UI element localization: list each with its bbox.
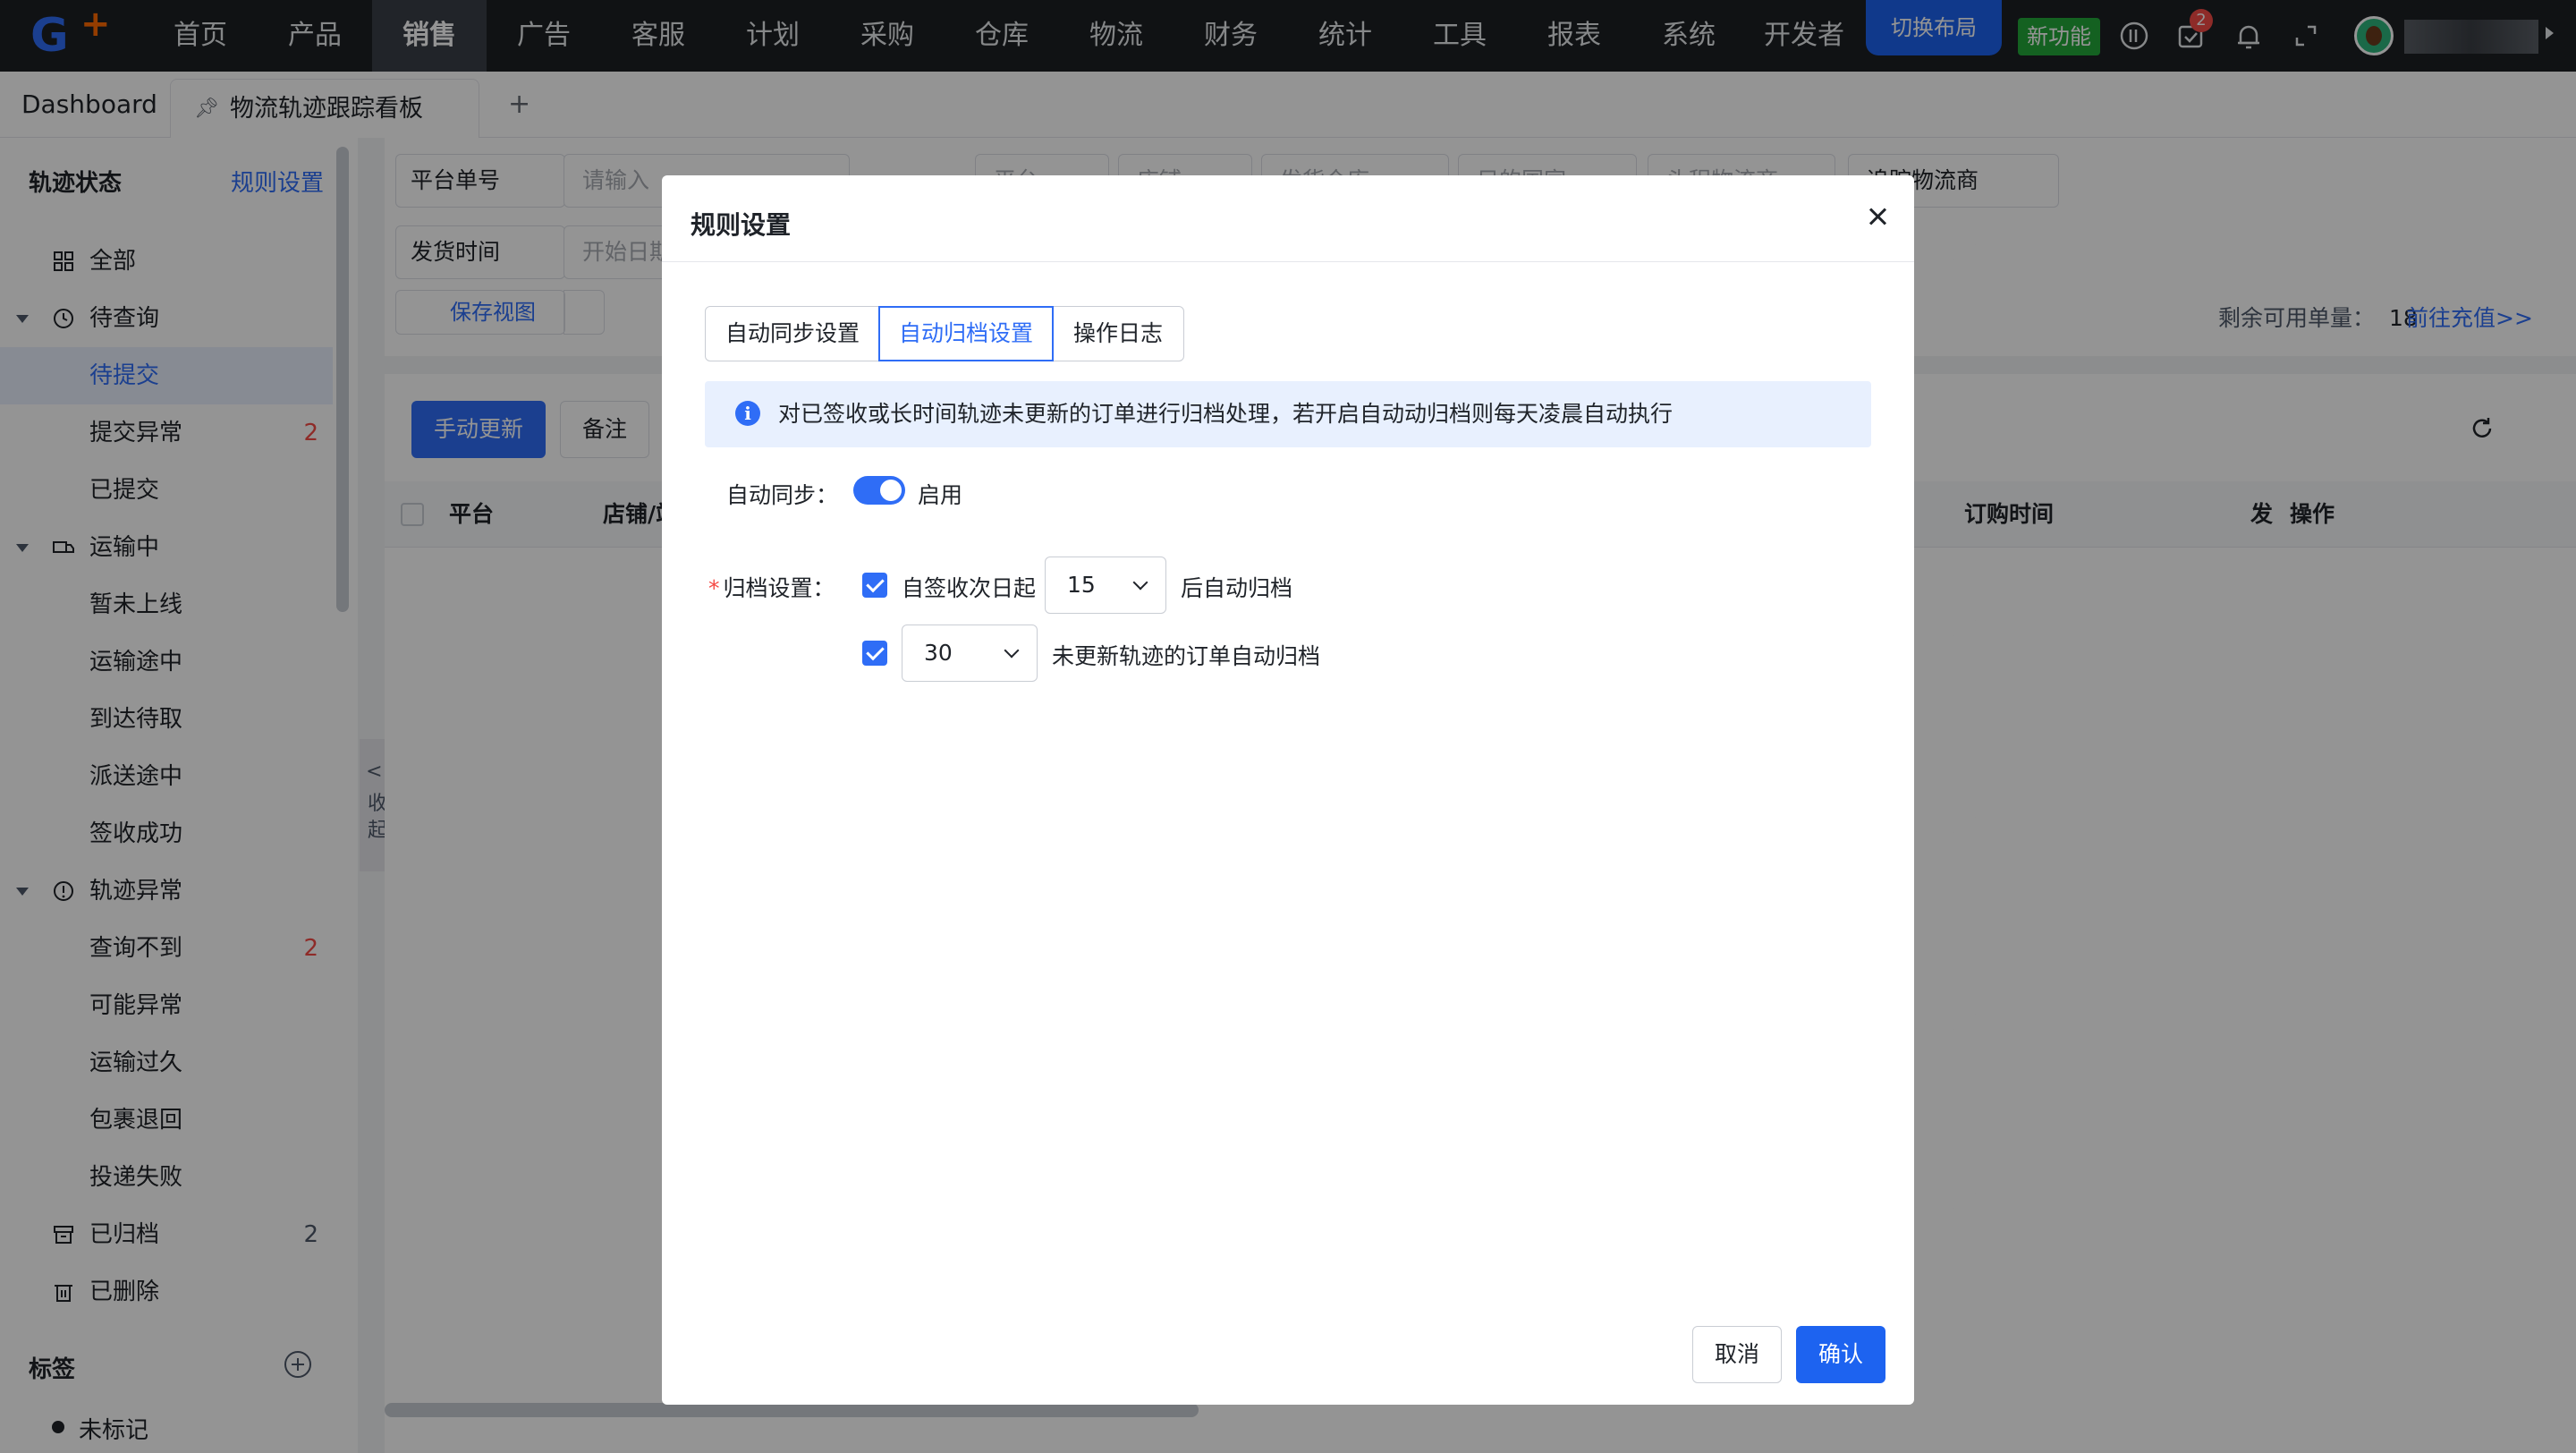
required-asterisk: * — [708, 575, 720, 601]
auto-sync-label: 自动同步： — [726, 482, 839, 508]
tab-operation-log[interactable]: 操作日志 — [1052, 306, 1184, 361]
dialog-divider — [662, 261, 1914, 262]
info-alert: i 对已签收或长时间轨迹未更新的订单进行归档处理，若开启自动动归档则每天凌晨自动… — [705, 381, 1871, 447]
info-icon: i — [735, 401, 760, 426]
auto-sync-toggle[interactable] — [853, 476, 905, 505]
chevron-down-icon — [1004, 642, 1020, 659]
tab-auto-sync-settings[interactable]: 自动同步设置 — [705, 306, 880, 361]
confirm-button[interactable]: 确认 — [1796, 1326, 1885, 1383]
signed-days-select[interactable]: 15 — [1045, 557, 1166, 614]
rule-settings-dialog: 规则设置 自动同步设置 自动归档设置 操作日志 i 对已签收或长时间轨迹未更新的… — [662, 175, 1914, 1405]
info-message: 对已签收或长时间轨迹未更新的订单进行归档处理，若开启自动动归档则每天凌晨自动执行 — [778, 401, 1674, 427]
rule-stale-checkbox[interactable] — [862, 641, 887, 666]
rule-signed-prefix: 自签收次日起 — [902, 575, 1037, 601]
close-icon[interactable] — [1862, 202, 1893, 233]
signed-days-value: 15 — [1067, 572, 1096, 598]
rule-signed-checkbox[interactable] — [862, 573, 887, 598]
dialog-title: 规则设置 — [691, 210, 792, 240]
cancel-button[interactable]: 取消 — [1692, 1326, 1782, 1383]
rule-stale-suffix: 未更新轨迹的订单自动归档 — [1052, 643, 1321, 669]
archive-settings-text: 归档设置： — [723, 575, 835, 601]
tab-auto-archive-settings[interactable]: 自动归档设置 — [878, 306, 1054, 361]
stale-days-select[interactable]: 30 — [902, 625, 1038, 682]
auto-sync-state: 启用 — [918, 482, 963, 508]
rule-signed-suffix: 后自动归档 — [1181, 575, 1293, 601]
stale-days-value: 30 — [924, 640, 953, 666]
archive-settings-label: * 归档设置： — [708, 571, 835, 603]
chevron-down-icon — [1132, 574, 1148, 591]
